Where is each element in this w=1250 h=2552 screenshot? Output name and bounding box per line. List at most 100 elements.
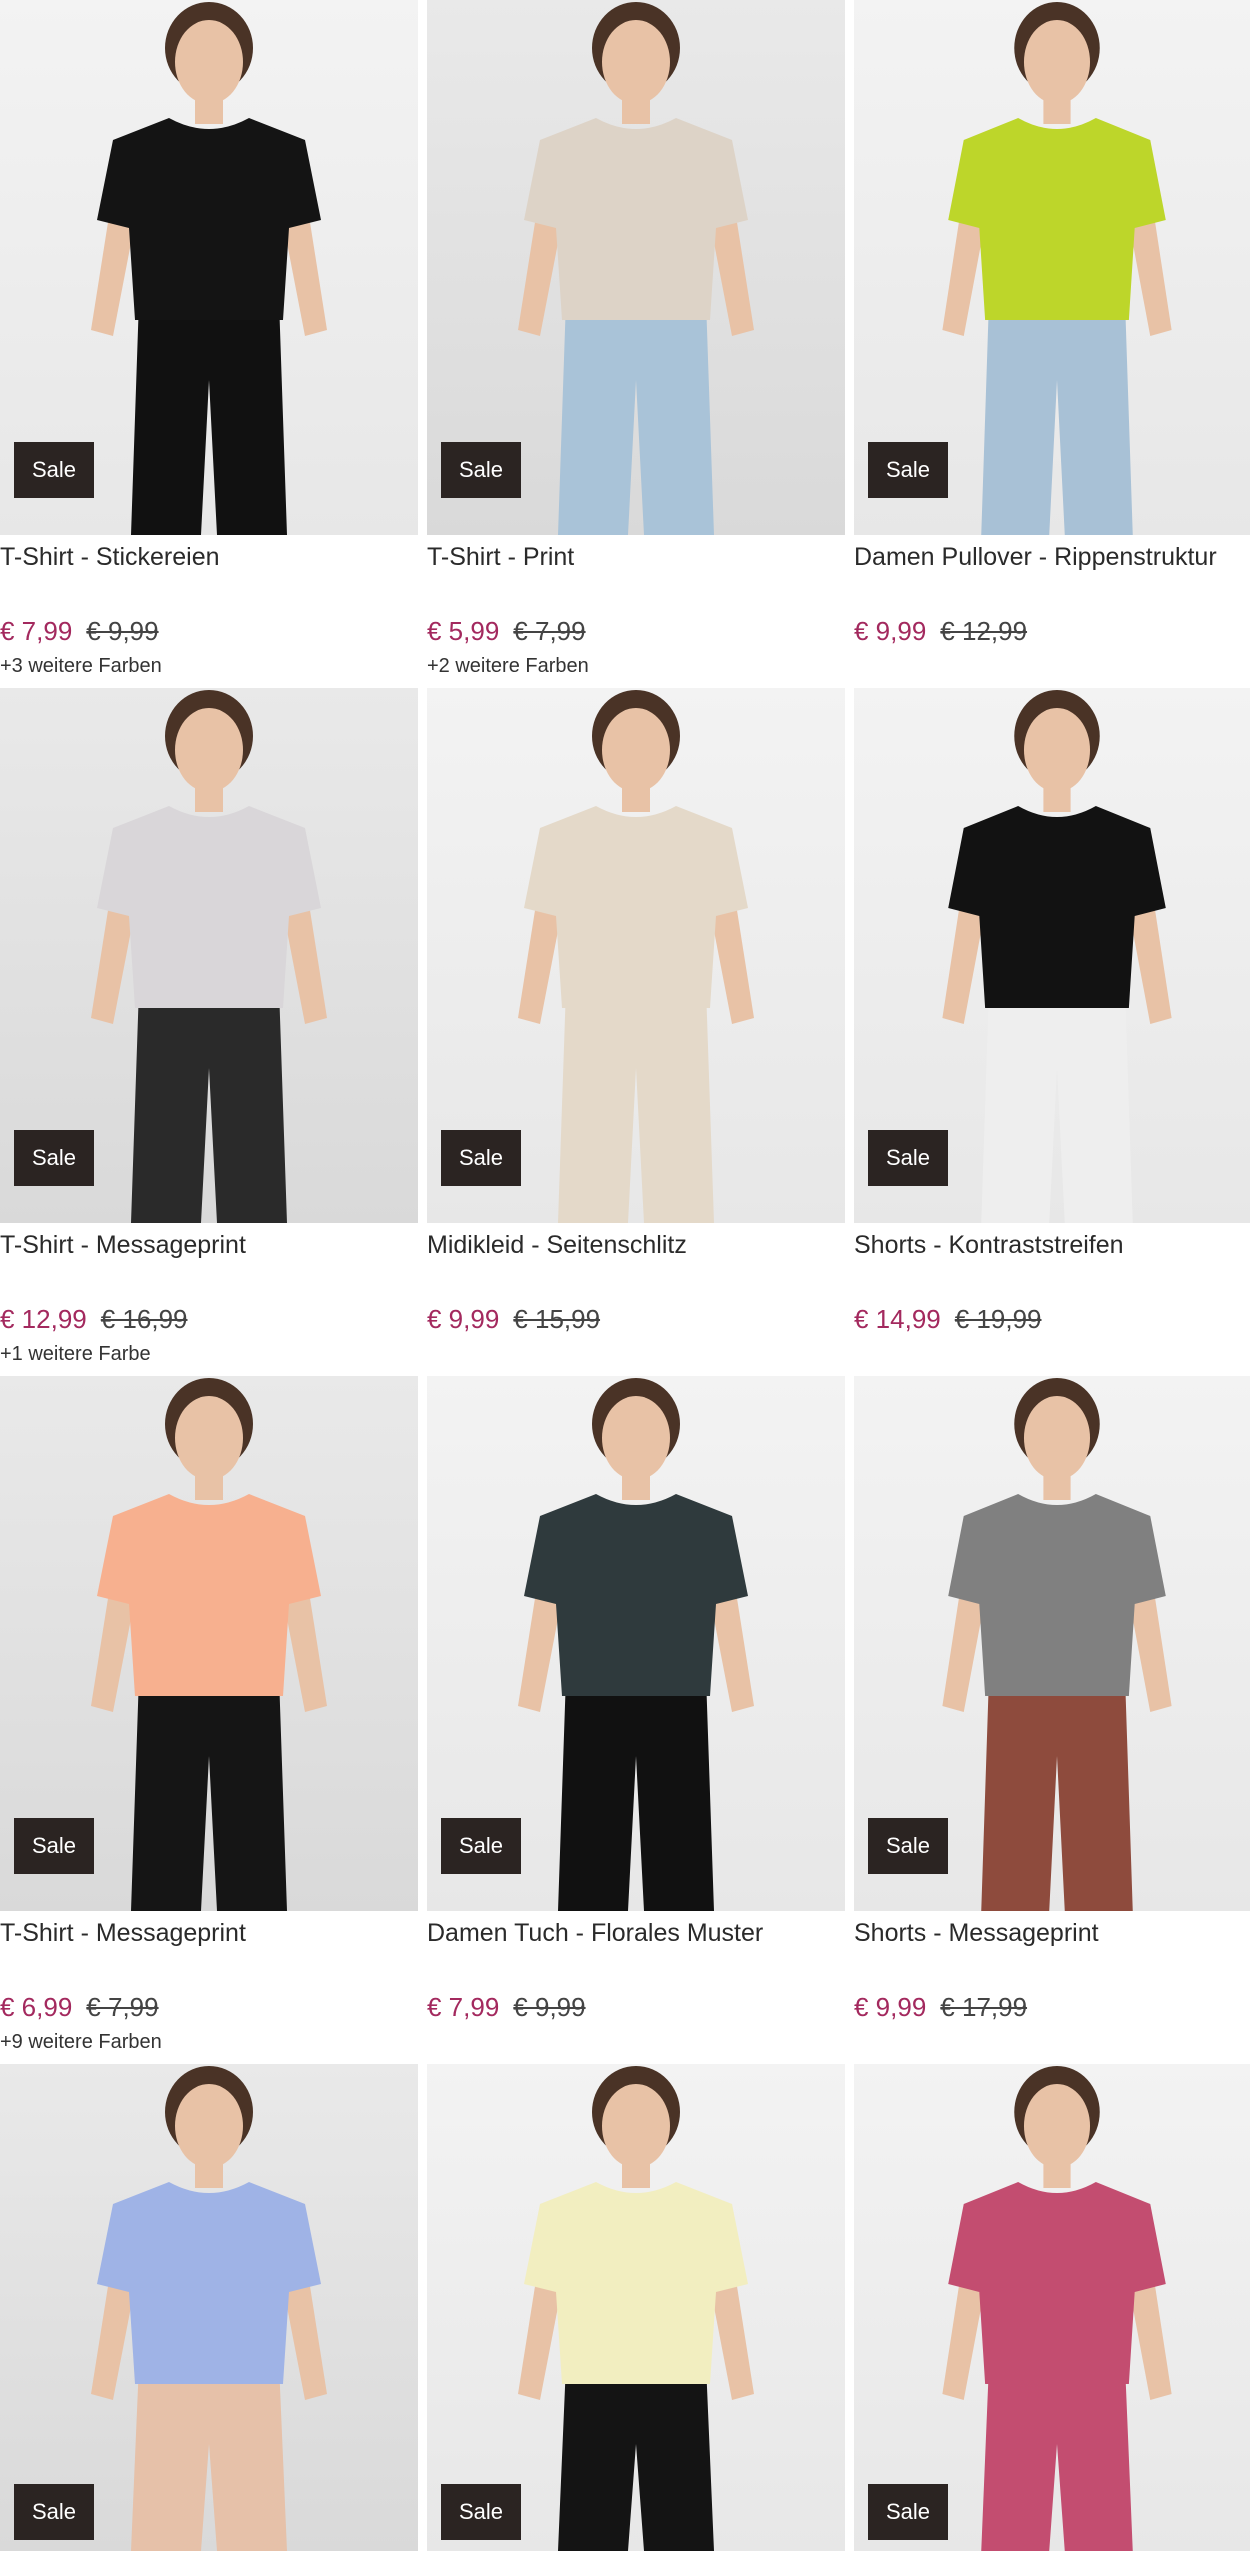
- current-price: € 9,99: [427, 1304, 500, 1334]
- product-title[interactable]: Shorts - Kontraststreifen: [854, 1231, 1124, 1260]
- model-photo: [518, 2066, 754, 2551]
- more-colors-link[interactable]: +3 weitere Farben: [0, 655, 162, 678]
- lower-garment: [558, 300, 714, 535]
- head-shape: [602, 708, 670, 792]
- neck-shape: [195, 786, 223, 812]
- price-row: € 9,99 € 15,99: [427, 1304, 600, 1335]
- lower-garment: [131, 300, 287, 535]
- product-image[interactable]: Sale: [427, 1376, 845, 1911]
- product-image[interactable]: Sale: [854, 1376, 1250, 1911]
- lower-garment: [981, 2364, 1133, 2551]
- top-garment: [948, 806, 1166, 1008]
- product-title[interactable]: Damen Pullover - Rippenstruktur: [854, 543, 1217, 572]
- neck-shape: [1043, 2162, 1071, 2188]
- product-card[interactable]: Sale Midikleid - Seitenschlitz € 9,99 € 1…: [427, 688, 845, 1376]
- product-title[interactable]: Shorts - Messageprint: [854, 1919, 1099, 1948]
- neck-shape: [1043, 1474, 1071, 1500]
- lower-garment: [558, 988, 714, 1223]
- neck-shape: [622, 2162, 650, 2188]
- model-photo: [942, 2066, 1172, 2551]
- original-price: € 15,99: [513, 1304, 601, 1334]
- product-title[interactable]: T-Shirt - Messageprint: [0, 1231, 246, 1260]
- product-title[interactable]: T-Shirt - Messageprint: [0, 1919, 246, 1948]
- lower-garment: [131, 988, 287, 1223]
- more-colors-link[interactable]: +9 weitere Farben: [0, 2031, 162, 2054]
- current-price: € 9,99: [854, 1992, 927, 2022]
- head-shape: [602, 1396, 670, 1480]
- product-card[interactable]: Sale T-Shirt - Print € 5,99 € 7,99 +2 wei…: [427, 0, 845, 688]
- neck-shape: [195, 2162, 223, 2188]
- original-price: € 16,99: [100, 1304, 188, 1334]
- head-shape: [1023, 708, 1091, 792]
- sale-badge: Sale: [14, 2484, 94, 2540]
- head-shape: [175, 20, 243, 104]
- product-image[interactable]: Sale: [854, 2064, 1250, 2551]
- original-price: € 7,99: [86, 1992, 159, 2022]
- product-card[interactable]: Sale T-Shirt - Messageprint € 6,99 € 7,99…: [0, 1376, 418, 2064]
- product-card[interactable]: Sale Damen Tuch - Florales Muster € 7,99…: [427, 1376, 845, 2064]
- sale-badge: Sale: [14, 1818, 94, 1874]
- neck-shape: [1043, 786, 1071, 812]
- current-price: € 14,99: [854, 1304, 941, 1334]
- sale-badge: Sale: [868, 1818, 948, 1874]
- head-shape: [602, 20, 670, 104]
- current-price: € 12,99: [0, 1304, 87, 1334]
- top-garment: [524, 2182, 748, 2384]
- product-image[interactable]: Sale: [0, 1376, 418, 1911]
- current-price: € 7,99: [427, 1992, 500, 2022]
- head-shape: [175, 708, 243, 792]
- price-row: € 7,99 € 9,99: [0, 616, 159, 647]
- sale-badge: Sale: [441, 442, 521, 498]
- more-colors-link[interactable]: +1 weitere Farbe: [0, 1343, 151, 1366]
- top-garment: [97, 806, 321, 1008]
- price-row: € 9,99 € 17,99: [854, 1992, 1027, 2023]
- neck-shape: [622, 786, 650, 812]
- head-shape: [1023, 2084, 1091, 2168]
- model-photo: [91, 2066, 327, 2551]
- top-garment: [97, 2182, 321, 2384]
- top-garment: [948, 2182, 1166, 2384]
- product-image[interactable]: Sale: [427, 2064, 845, 2551]
- product-card[interactable]: Sale Shorts - Kontraststreifen € 14,99 € …: [854, 688, 1250, 1376]
- top-garment: [97, 118, 321, 320]
- product-title[interactable]: T-Shirt - Print: [427, 543, 574, 572]
- current-price: € 6,99: [0, 1992, 73, 2022]
- product-title[interactable]: Damen Tuch - Florales Muster: [427, 1919, 763, 1948]
- head-shape: [175, 1396, 243, 1480]
- top-garment: [97, 1494, 321, 1696]
- product-card[interactable]: Sale Shorts - Messageprint € 9,99 € 17,99: [854, 1376, 1250, 2064]
- neck-shape: [195, 1474, 223, 1500]
- sale-badge: Sale: [441, 1818, 521, 1874]
- product-title[interactable]: Midikleid - Seitenschlitz: [427, 1231, 687, 1260]
- product-image[interactable]: Sale: [427, 0, 845, 535]
- head-shape: [175, 2084, 243, 2168]
- product-image[interactable]: Sale: [854, 0, 1250, 535]
- product-title[interactable]: T-Shirt - Stickereien: [0, 543, 220, 572]
- lower-garment: [131, 2364, 287, 2551]
- original-price: € 9,99: [513, 1992, 586, 2022]
- top-garment: [948, 1494, 1166, 1696]
- head-shape: [1023, 20, 1091, 104]
- top-garment: [524, 806, 748, 1008]
- lower-garment: [131, 1676, 287, 1911]
- product-image[interactable]: Sale: [0, 2064, 418, 2551]
- price-row: € 6,99 € 7,99: [0, 1992, 159, 2023]
- product-card[interactable]: Sale T-Shirt - Stickereien € 7,99 € 9,99 …: [0, 0, 418, 688]
- top-garment: [524, 1494, 748, 1696]
- sale-badge: Sale: [441, 1130, 521, 1186]
- product-image[interactable]: Sale: [0, 688, 418, 1223]
- more-colors-link[interactable]: +2 weitere Farben: [427, 655, 589, 678]
- lower-garment: [981, 1676, 1133, 1911]
- product-card[interactable]: Sale Damen Pullover - Rippenstruktur € 9…: [854, 0, 1250, 688]
- product-card[interactable]: Sale T-Shirt - Messageprint € 12,99 € 16,…: [0, 688, 418, 1376]
- price-row: € 9,99 € 12,99: [854, 616, 1027, 647]
- product-card[interactable]: Sale: [854, 2064, 1250, 2551]
- product-image[interactable]: Sale: [0, 0, 418, 535]
- product-image[interactable]: Sale: [854, 688, 1250, 1223]
- current-price: € 9,99: [854, 616, 927, 646]
- product-image[interactable]: Sale: [427, 688, 845, 1223]
- lower-garment: [558, 1676, 714, 1911]
- product-card[interactable]: Sale: [427, 2064, 845, 2551]
- product-card[interactable]: Sale: [0, 2064, 418, 2551]
- neck-shape: [1043, 98, 1071, 124]
